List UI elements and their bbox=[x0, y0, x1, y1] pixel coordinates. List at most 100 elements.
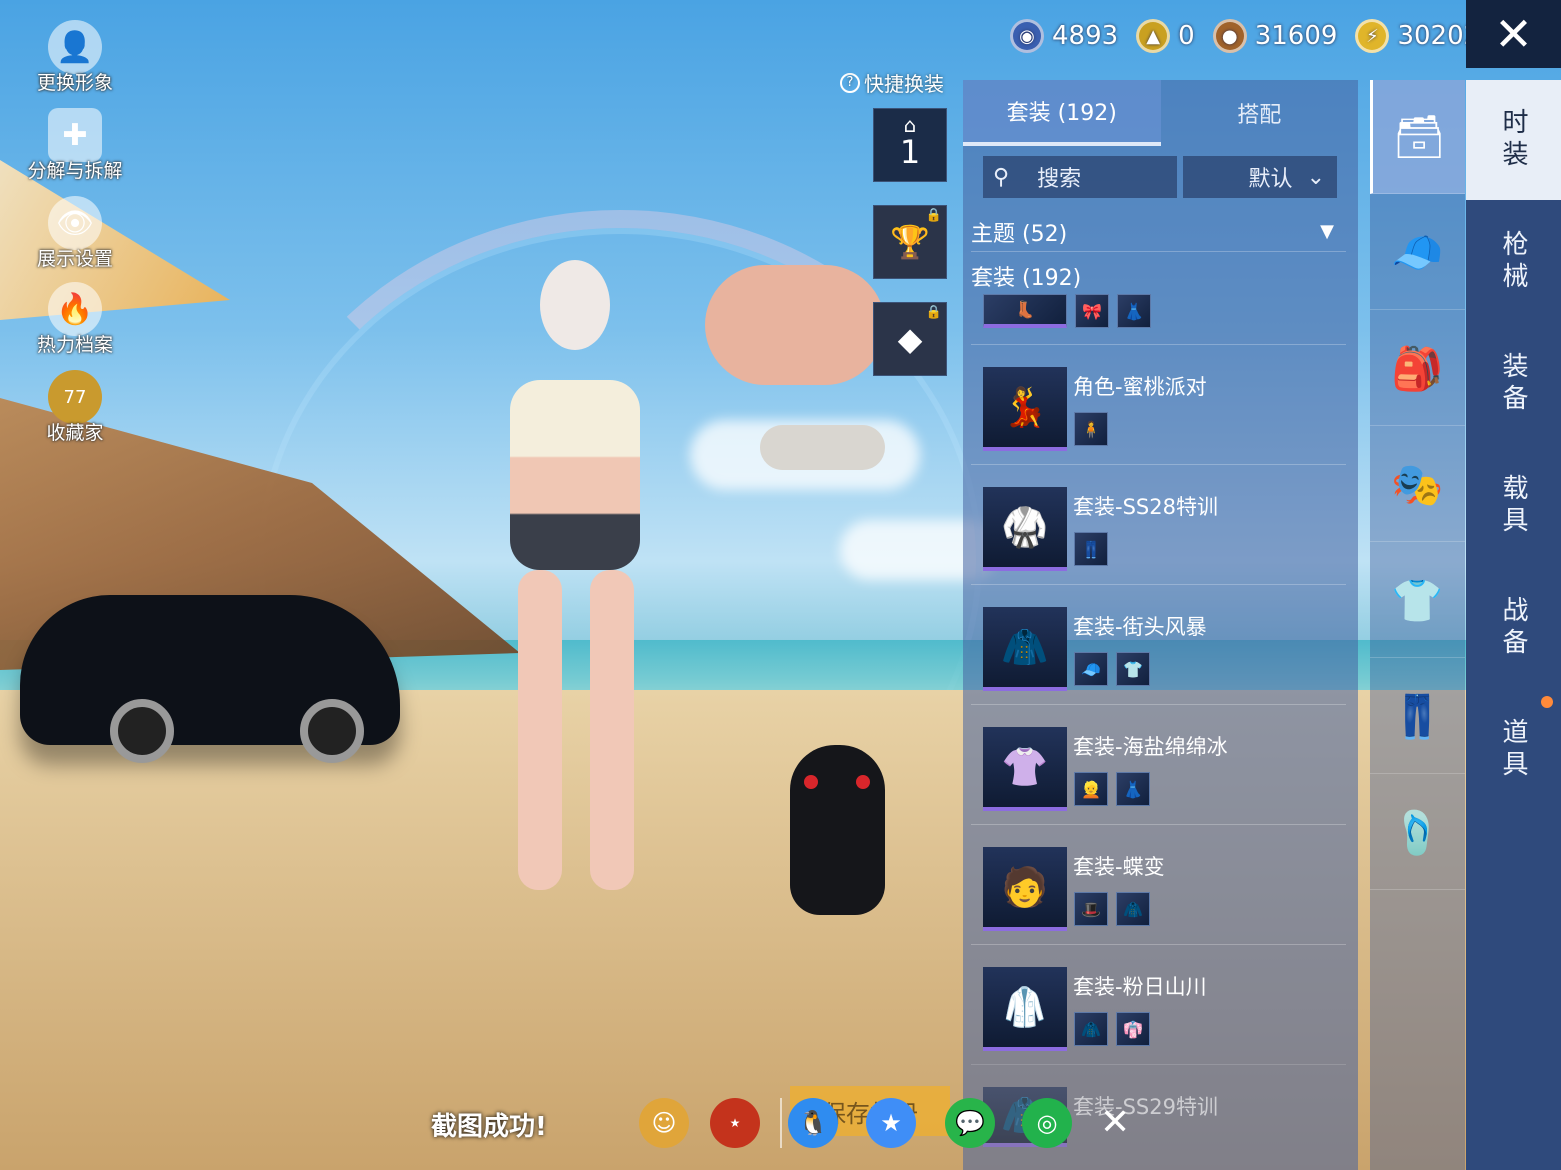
game-elite-icon: ★ bbox=[729, 1116, 741, 1130]
part-thumbnail: 👕 bbox=[1116, 652, 1150, 686]
outfit-thumbnail: 🧥 bbox=[983, 607, 1067, 691]
car-wheel bbox=[110, 699, 174, 763]
part-thumbnail: 🧍 bbox=[1074, 412, 1108, 446]
share-qzone-button[interactable]: ★ bbox=[866, 1098, 916, 1148]
change-avatar-label: 更换形象 bbox=[36, 72, 113, 94]
item-parts: 👱 👗 bbox=[1074, 772, 1150, 806]
moments-icon: ◎ bbox=[1036, 1109, 1058, 1137]
tab-items[interactable]: 道具 bbox=[1466, 690, 1561, 810]
outfit-thumbnail: 💃 bbox=[983, 367, 1067, 451]
category-shoes[interactable]: 🩴 bbox=[1370, 776, 1465, 890]
heat-profile-button[interactable]: 🔥 热力档案 bbox=[20, 282, 130, 357]
wardrobe-slot-diamond[interactable]: ◆ 🔒 bbox=[873, 302, 947, 376]
outfit-panel: 套装 (192) 搭配 ⚲ 搜索 默认 ⌄ 主题 (52) ▼ 套装 (192)… bbox=[963, 80, 1358, 1170]
part-thumbnail: 🎩 bbox=[1074, 892, 1108, 926]
list-item[interactable]: 🥼 套装-粉日山川 🧥 👘 bbox=[971, 944, 1346, 1064]
category-backpack[interactable]: 🎒 bbox=[1370, 312, 1465, 426]
outfit-thumbnail: 👗 bbox=[1117, 294, 1151, 328]
close-button[interactable]: ✕ bbox=[1466, 0, 1561, 68]
notification-dot bbox=[1541, 696, 1553, 708]
share-close-button[interactable]: ✕ bbox=[1100, 1102, 1130, 1143]
partial-item-row[interactable]: 👢 🎀 👗 bbox=[983, 294, 1151, 328]
flame-icon: 🔥 bbox=[48, 282, 102, 336]
wardrobe-slot-trophy[interactable]: 🏆 🔒 bbox=[873, 205, 947, 279]
kumamon-pet[interactable] bbox=[790, 745, 885, 915]
eye-icon: 👁 bbox=[48, 196, 102, 250]
wechat-icon: 💬 bbox=[955, 1109, 985, 1137]
close-icon: ✕ bbox=[1100, 1102, 1131, 1143]
decompose-button[interactable]: ✚ 分解与拆解 bbox=[20, 108, 130, 183]
lock-icon: 🔒 bbox=[925, 305, 942, 320]
list-item[interactable]: 💃 角色-蜜桃派对 🧍 bbox=[971, 344, 1346, 464]
list-item[interactable]: 🧑 套装-蝶变 🎩 🧥 bbox=[971, 824, 1346, 944]
part-thumbnail: 🧥 bbox=[1074, 1012, 1108, 1046]
share-wechat-button[interactable]: 💬 bbox=[945, 1098, 995, 1148]
hanger-icon: ⌂ bbox=[903, 113, 917, 137]
display-settings-button[interactable]: 👁 展示设置 bbox=[20, 196, 130, 271]
collector-button[interactable]: 77 收藏家 bbox=[20, 370, 130, 445]
currency-uc[interactable]: ◉ 4893 bbox=[1010, 19, 1118, 53]
currency-emblem[interactable]: ▲ 0 bbox=[1136, 19, 1195, 53]
chevron-down-icon: ⌄ bbox=[1306, 164, 1325, 190]
list-item[interactable]: 🧥 套装-街头风暴 🧢 👕 bbox=[971, 584, 1346, 704]
outfit-thumbnail: 🥼 bbox=[983, 967, 1067, 1051]
share-moments-button[interactable]: ◎ bbox=[1022, 1098, 1072, 1148]
decompose-label: 分解与拆解 bbox=[27, 160, 123, 182]
outfit-thumbnail: 🧑 bbox=[983, 847, 1067, 931]
wardrobe-slot-1[interactable]: ⌂ 1 bbox=[873, 108, 947, 182]
tab-combat-prep[interactable]: 战备 bbox=[1466, 568, 1561, 688]
theme-filter[interactable]: 主题 (52) ▼ bbox=[971, 212, 1346, 252]
screenshot-success-text: 截图成功! bbox=[431, 1112, 547, 1142]
share-friends-button[interactable]: ☺ bbox=[639, 1098, 689, 1148]
player-character[interactable] bbox=[440, 260, 700, 910]
heat-profile-label: 热力档案 bbox=[36, 334, 113, 356]
currency-lightning[interactable]: ⚡ 30202 bbox=[1355, 19, 1480, 53]
category-outfit[interactable]: 🗃 bbox=[1370, 80, 1465, 194]
currency-value: 4893 bbox=[1052, 21, 1119, 51]
sort-dropdown[interactable]: 默认 ⌄ bbox=[1183, 156, 1337, 198]
blimp-gondola bbox=[760, 425, 885, 470]
share-qq-button[interactable]: 🐧 bbox=[788, 1098, 838, 1148]
collector-label: 收藏家 bbox=[46, 422, 104, 444]
list-item[interactable]: 🥋 套装-SS28特训 👖 bbox=[971, 464, 1346, 584]
lock-icon: 🔒 bbox=[925, 208, 942, 223]
tab-equipment[interactable]: 装备 bbox=[1466, 324, 1561, 444]
tab-weapons[interactable]: 枪械 bbox=[1466, 202, 1561, 322]
shoes-icon: 🩴 bbox=[1391, 807, 1444, 857]
puzzle-icon: ✚ bbox=[48, 108, 102, 162]
outfit-thumbnail: 👢 bbox=[983, 294, 1067, 328]
tab-mix[interactable]: 搭配 bbox=[1161, 80, 1359, 146]
tab-label: 战备 bbox=[1498, 596, 1528, 660]
tab-label: 载具 bbox=[1498, 474, 1528, 538]
part-thumbnail: 🧥 bbox=[1116, 892, 1150, 926]
bear-cheek bbox=[804, 775, 818, 789]
share-game-elite-button[interactable]: ★ bbox=[710, 1098, 760, 1148]
qzone-icon: ★ bbox=[880, 1109, 902, 1137]
category-clothes[interactable]: 👕 bbox=[1370, 544, 1465, 658]
category-hat[interactable]: 🧢 bbox=[1370, 196, 1465, 310]
currency-bronze[interactable]: ● 31609 bbox=[1212, 19, 1337, 53]
category-pants[interactable]: 👖 bbox=[1370, 660, 1465, 774]
tab-label: 道具 bbox=[1498, 718, 1528, 782]
item-parts: 🧢 👕 bbox=[1074, 652, 1150, 686]
search-input[interactable]: ⚲ 搜索 bbox=[983, 156, 1177, 198]
quick-dress-button[interactable]: ? 快捷换装 bbox=[840, 68, 944, 97]
change-avatar-button[interactable]: 👤 更换形象 bbox=[20, 20, 130, 95]
tab-vehicles[interactable]: 载具 bbox=[1466, 446, 1561, 566]
part-thumbnail: 🧢 bbox=[1074, 652, 1108, 686]
tab-sets[interactable]: 套装 (192) bbox=[963, 80, 1161, 146]
set-heading: 套装 (192) bbox=[971, 266, 1082, 291]
avatar-icon: 👤 bbox=[48, 20, 102, 74]
category-mask[interactable]: 🎭 bbox=[1370, 428, 1465, 542]
qq-icon: 🐧 bbox=[798, 1109, 828, 1137]
list-item[interactable]: 👚 套装-海盐绵绵冰 👱 👗 bbox=[971, 704, 1346, 824]
tab-label: 枪械 bbox=[1498, 230, 1528, 294]
part-thumbnail: 👱 bbox=[1074, 772, 1108, 806]
black-sedan bbox=[20, 595, 400, 763]
item-parts: 🎩 🧥 bbox=[1074, 892, 1150, 926]
quick-dress-label: 快捷换装 bbox=[864, 72, 944, 96]
part-thumbnail: 👗 bbox=[1116, 772, 1150, 806]
tab-fashion[interactable]: 时装 bbox=[1466, 80, 1561, 200]
item-name: 角色-蜜桃派对 bbox=[1073, 375, 1207, 399]
collector-level: 77 bbox=[63, 386, 87, 408]
